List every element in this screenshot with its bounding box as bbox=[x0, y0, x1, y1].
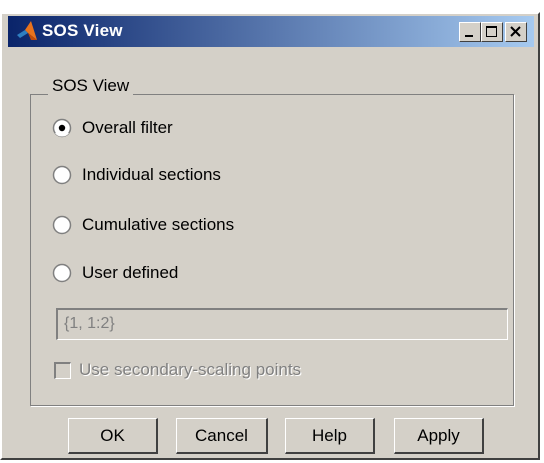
apply-button[interactable]: Apply bbox=[394, 418, 484, 454]
user-defined-input[interactable]: {1, 1:2} bbox=[56, 308, 508, 340]
help-button[interactable]: Help bbox=[285, 418, 375, 454]
radio-user-defined[interactable]: User defined bbox=[52, 261, 178, 285]
radio-unselected-icon[interactable] bbox=[52, 165, 72, 185]
maximize-button[interactable] bbox=[481, 22, 503, 42]
group-legend: SOS View bbox=[48, 76, 134, 96]
radio-unselected-icon[interactable] bbox=[52, 263, 72, 283]
radio-individual-sections[interactable]: Individual sections bbox=[52, 163, 221, 187]
secondary-scaling-checkbox-row[interactable]: Use secondary-scaling points bbox=[54, 358, 301, 382]
radio-label: User defined bbox=[82, 263, 179, 282]
window-title: SOS View bbox=[42, 21, 123, 40]
matlab-logo-icon bbox=[17, 21, 37, 40]
radio-unselected-icon[interactable] bbox=[52, 215, 72, 235]
radio-selected-icon[interactable] bbox=[52, 118, 72, 138]
ok-button[interactable]: OK bbox=[68, 418, 158, 454]
minimize-icon bbox=[465, 35, 473, 37]
cancel-button[interactable]: Cancel bbox=[176, 418, 268, 454]
radio-label: Cumulative sections bbox=[82, 215, 235, 234]
close-button[interactable] bbox=[505, 22, 527, 42]
radio-overall-filter[interactable]: Overall filter bbox=[52, 116, 173, 140]
radio-label: Individual sections bbox=[82, 165, 221, 184]
radio-label: Overall filter bbox=[82, 118, 173, 137]
title-bar[interactable]: SOS View bbox=[8, 16, 534, 47]
minimize-button[interactable] bbox=[459, 22, 481, 42]
close-icon bbox=[510, 26, 521, 37]
secondary-scaling-label: Use secondary-scaling points bbox=[79, 360, 302, 379]
secondary-scaling-checkbox[interactable] bbox=[54, 361, 71, 379]
maximize-icon bbox=[486, 26, 497, 37]
sos-view-dialog: SOS View SOS View Overall filter Individ… bbox=[0, 12, 540, 460]
radio-cumulative-sections[interactable]: Cumulative sections bbox=[52, 213, 234, 237]
